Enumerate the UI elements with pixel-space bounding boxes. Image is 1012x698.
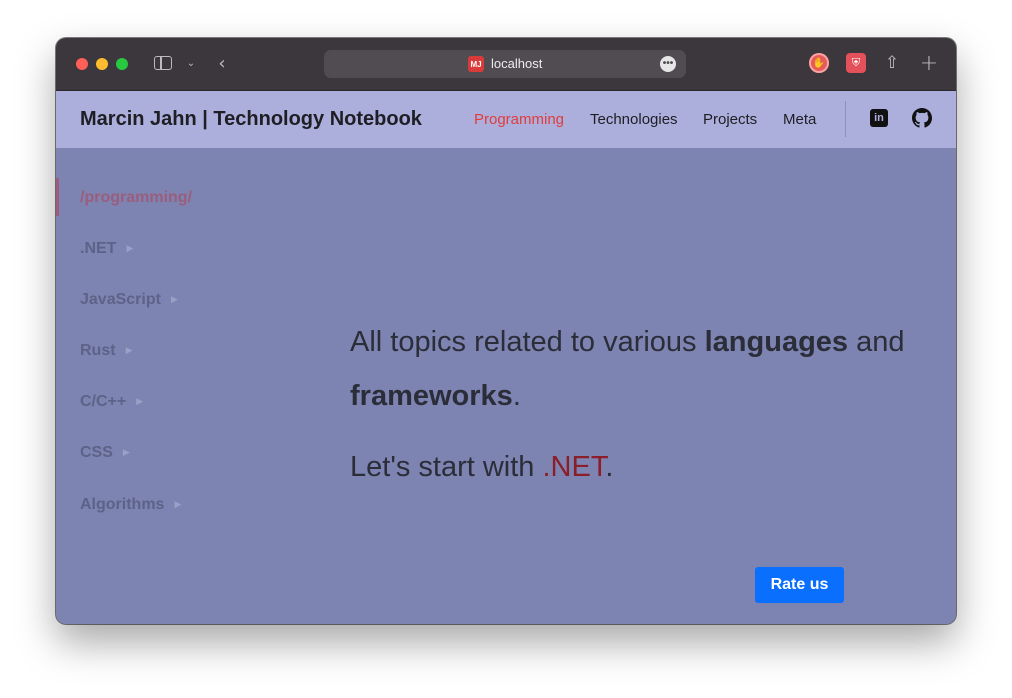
linkedin-icon[interactable]: in [870,109,888,127]
zoom-window-button[interactable] [116,58,128,70]
nav-divider [845,101,846,137]
site-brand-link[interactable]: Marcin Jahn | Technology Notebook [80,108,422,131]
sidebar-item-label: Algorithms [80,496,165,513]
sidebar-item-javascript[interactable]: JavaScript ▶ [80,291,178,309]
plus-icon[interactable]: + [919,51,939,76]
sidebar-item-dotnet[interactable]: .NET ▶ [80,240,133,258]
hero-text: All topics related to various languages … [350,315,910,423]
minimize-window-button[interactable] [96,58,108,70]
caret-right-icon: ▶ [125,345,133,355]
github-icon[interactable] [912,108,932,128]
hero-start-line: Let's start with .NET. [350,451,613,484]
nav-link-technologies[interactable]: Technologies [590,111,678,128]
hero-bold-frameworks: frameworks [350,380,513,412]
shield-extension-icon[interactable]: ⛨ [846,53,866,73]
chevron-down-icon[interactable]: ⌄ [184,55,198,71]
chevron-left-icon[interactable]: ‹ [214,52,230,74]
hero-text-part: and [848,326,905,358]
share-icon[interactable]: ⇧ [882,52,902,74]
hero-dotnet-link[interactable]: .NET [543,451,606,483]
sidebar-item-label: Rust [80,342,116,359]
rate-us-button[interactable]: Rate us [755,567,844,603]
nav-link-programming[interactable]: Programming [474,111,564,128]
hero-text-part: All topics related to various [350,326,705,358]
browser-toolbar: ⌄ ‹ MJ localhost ••• ✋ ⛨ ⇧ + [56,38,956,91]
nav-link-projects[interactable]: Projects [703,111,757,128]
sidebar-active-indicator [56,178,59,216]
page-content: /programming/ .NET ▶ JavaScript ▶ Rust ▶ C/… [56,148,956,624]
caret-right-icon: ▶ [122,447,130,457]
sidebar-item-label: C/C++ [80,393,127,410]
sidebar-item-label: .NET [80,240,117,257]
browser-window: ⌄ ‹ MJ localhost ••• ✋ ⛨ ⇧ + Marcin Jahn… [56,38,956,624]
address-bar[interactable]: MJ localhost ••• [324,50,686,78]
address-bar-text[interactable]: localhost [491,56,542,72]
sidebar-item-label: CSS [80,444,113,461]
site-favicon-icon: MJ [468,56,484,72]
nav-link-meta[interactable]: Meta [783,111,816,128]
caret-right-icon: ▶ [174,499,182,509]
hand-stop-extension-icon[interactable]: ✋ [809,53,829,73]
hero-bold-languages: languages [704,326,849,358]
sidebar-item-algorithms[interactable]: Algorithms ▶ [80,496,181,514]
close-window-button[interactable] [76,58,88,70]
hero-text-part: . [512,380,521,412]
site-header: Marcin Jahn | Technology Notebook Progra… [56,91,956,148]
sidebar-item-css[interactable]: CSS ▶ [80,444,130,462]
sidebar-heading-programming[interactable]: /programming/ [80,189,192,207]
sidebar-item-rust[interactable]: Rust ▶ [80,342,132,360]
caret-right-icon: ▶ [126,243,134,253]
page-menu-icon[interactable]: ••• [660,56,676,72]
caret-right-icon: ▶ [136,396,144,406]
sidebar-item-label: JavaScript [80,291,161,308]
hero-start-suffix: . [605,451,614,483]
caret-right-icon: ▶ [170,294,178,304]
hero-start-text: Let's start with [350,451,543,483]
sidebar-item-c-cpp[interactable]: C/C++ ▶ [80,393,143,411]
sidebar-toggle-icon[interactable] [154,56,172,70]
